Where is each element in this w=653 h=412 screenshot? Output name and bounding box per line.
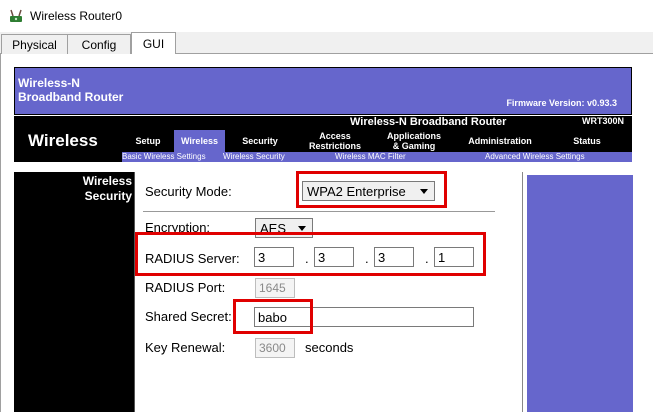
highlight-box-shared-secret (233, 299, 313, 334)
radius-port-input: 1645 (255, 278, 295, 298)
security-mode-label: Security Mode: (145, 184, 232, 199)
menu-setup[interactable]: Setup (122, 130, 174, 152)
menu-wireless[interactable]: Wireless (174, 130, 225, 152)
highlight-box-radius-server (135, 232, 486, 276)
menu-security[interactable]: Security (225, 130, 295, 152)
main-navigation: Wireless Wireless-N Broadband Router WRT… (14, 116, 632, 162)
product-name: Wireless-N Broadband Router (350, 116, 507, 128)
tab-gui[interactable]: GUI (131, 32, 176, 55)
help-panel-fill (527, 175, 633, 412)
sidebar-label-line-1: Wireless (82, 174, 132, 188)
brand-title: Wireless-N Broadband Router (18, 76, 123, 104)
highlight-box-security-mode (296, 171, 447, 208)
model-number: WRT300N (581, 116, 624, 126)
router-app-icon (8, 8, 24, 24)
tab-config[interactable]: Config (67, 34, 131, 54)
menu-access-restrictions[interactable]: Access Restrictions (295, 130, 375, 152)
radius-port-label: RADIUS Port: (145, 280, 226, 295)
menu-applications-gaming[interactable]: Applications & Gaming (375, 130, 453, 152)
brand-line-1: Wireless-N (18, 76, 80, 90)
section-sidebar: Wireless Security (14, 172, 134, 412)
tab-strip: Physical Config GUI (0, 32, 653, 55)
submenu-advanced-wireless-settings[interactable]: Advanced Wireless Settings (485, 152, 585, 162)
brand-line-2: Broadband Router (18, 90, 124, 104)
sidebar-label-line-2: Security (84, 189, 132, 203)
sidebar-label: Wireless Security (83, 174, 132, 204)
menu-status[interactable]: Status (547, 130, 627, 152)
key-renewal-input: 3600 (255, 338, 295, 358)
form-divider (143, 211, 495, 212)
submenu-wireless-mac-filter[interactable]: Wireless MAC Filter (335, 152, 406, 162)
key-renewal-unit: seconds (305, 340, 354, 355)
gui-frame: Wireless-N Broadband Router Firmware Ver… (0, 54, 653, 412)
router-header: Wireless-N Broadband Router Firmware Ver… (14, 67, 632, 115)
window-title: Wireless Router0 (30, 9, 123, 23)
submenu-bar: Basic Wireless Settings Wireless Securit… (122, 152, 632, 162)
window-titlebar: Wireless Router0 (0, 0, 653, 32)
chevron-down-icon (298, 226, 306, 231)
security-form: Security Mode: WPA2 Enterprise Encryptio… (134, 172, 522, 412)
help-panel (522, 172, 633, 412)
tab-physical[interactable]: Physical (1, 34, 68, 54)
key-renewal-label: Key Renewal: (145, 340, 226, 355)
submenu-basic-wireless-settings[interactable]: Basic Wireless Settings (122, 152, 206, 162)
shared-secret-label: Shared Secret: (145, 309, 232, 324)
firmware-version: Firmware Version: v0.93.3 (506, 98, 617, 108)
submenu-wireless-security[interactable]: Wireless Security (223, 152, 285, 162)
section-title: Wireless (28, 131, 98, 150)
menu-administration[interactable]: Administration (453, 130, 547, 152)
